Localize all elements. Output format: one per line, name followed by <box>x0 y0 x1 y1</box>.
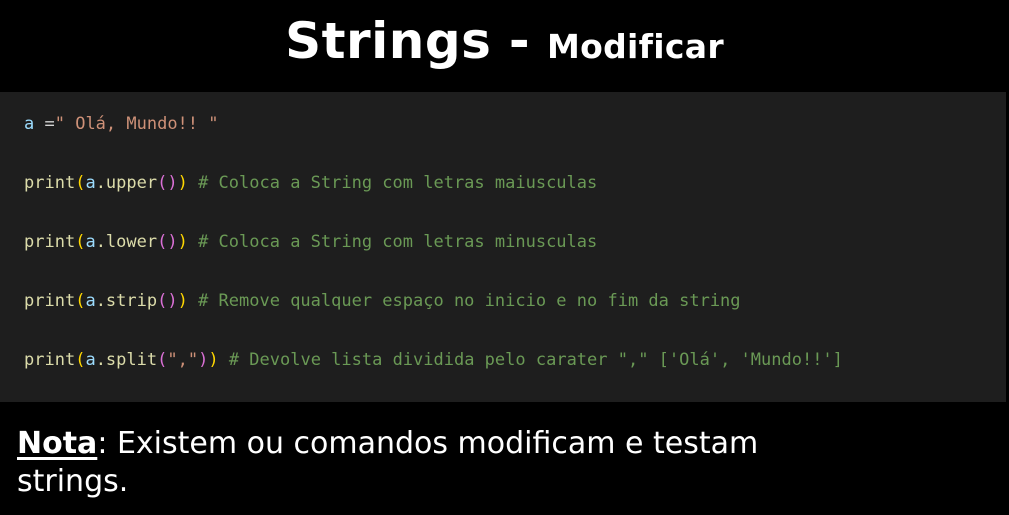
code-comment: # Devolve lista dividida pelo carater ",… <box>218 350 843 370</box>
code-comment: # Coloca a String com letras minusculas <box>187 232 598 252</box>
title-subtitle: Modificar <box>547 27 724 66</box>
code-method: .strip <box>95 291 158 311</box>
code-bracket: () <box>157 173 178 193</box>
code-string-literal: " Olá, Mundo!! " <box>54 114 219 134</box>
code-function: print <box>24 350 76 370</box>
code-string-literal: "," <box>167 350 199 370</box>
code-line-split: print(a.split(",")) # Devolve lista divi… <box>24 349 843 371</box>
code-bracket: ) <box>208 350 219 370</box>
code-line-strip: print(a.strip()) # Remove qualquer espaç… <box>24 290 741 312</box>
code-block: a =" Olá, Mundo!! " print(a.upper()) # C… <box>0 92 1006 402</box>
code-bracket: ) <box>198 350 209 370</box>
code-variable: a <box>85 173 96 193</box>
code-function: print <box>24 232 76 252</box>
note-text: : Existem ou comandos modificam e testam… <box>17 426 759 499</box>
code-method: .upper <box>95 173 158 193</box>
code-line-assignment: a =" Olá, Mundo!! " <box>24 113 219 135</box>
code-bracket: ) <box>177 232 188 252</box>
code-comment: # Remove qualquer espaço no inicio e no … <box>187 291 741 311</box>
code-line-lower: print(a.lower()) # Coloca a String com l… <box>24 231 597 253</box>
note-label: Nota <box>17 426 98 461</box>
code-bracket: ( <box>75 173 86 193</box>
code-bracket: () <box>157 291 178 311</box>
code-variable: a <box>85 350 96 370</box>
code-variable: a <box>85 291 96 311</box>
code-variable: a <box>24 114 35 134</box>
code-bracket: ( <box>75 232 86 252</box>
title-separator: - <box>491 12 547 70</box>
code-bracket: ) <box>177 291 188 311</box>
code-variable: a <box>85 232 96 252</box>
code-method: .lower <box>95 232 158 252</box>
title-main: Strings <box>285 12 492 70</box>
code-bracket: ( <box>157 350 168 370</box>
code-bracket: ( <box>75 350 86 370</box>
code-comment: # Coloca a String com letras maiusculas <box>187 173 598 193</box>
code-bracket: () <box>157 232 178 252</box>
code-function: print <box>24 173 76 193</box>
code-line-upper: print(a.upper()) # Coloca a String com l… <box>24 172 597 194</box>
page-title: Strings - Modificar <box>0 8 1009 86</box>
code-bracket: ) <box>177 173 188 193</box>
code-operator: = <box>34 114 55 134</box>
code-method: .split <box>95 350 158 370</box>
code-function: print <box>24 291 76 311</box>
code-bracket: ( <box>75 291 86 311</box>
note-paragraph: Nota: Existem ou comandos modificam e te… <box>17 425 837 501</box>
